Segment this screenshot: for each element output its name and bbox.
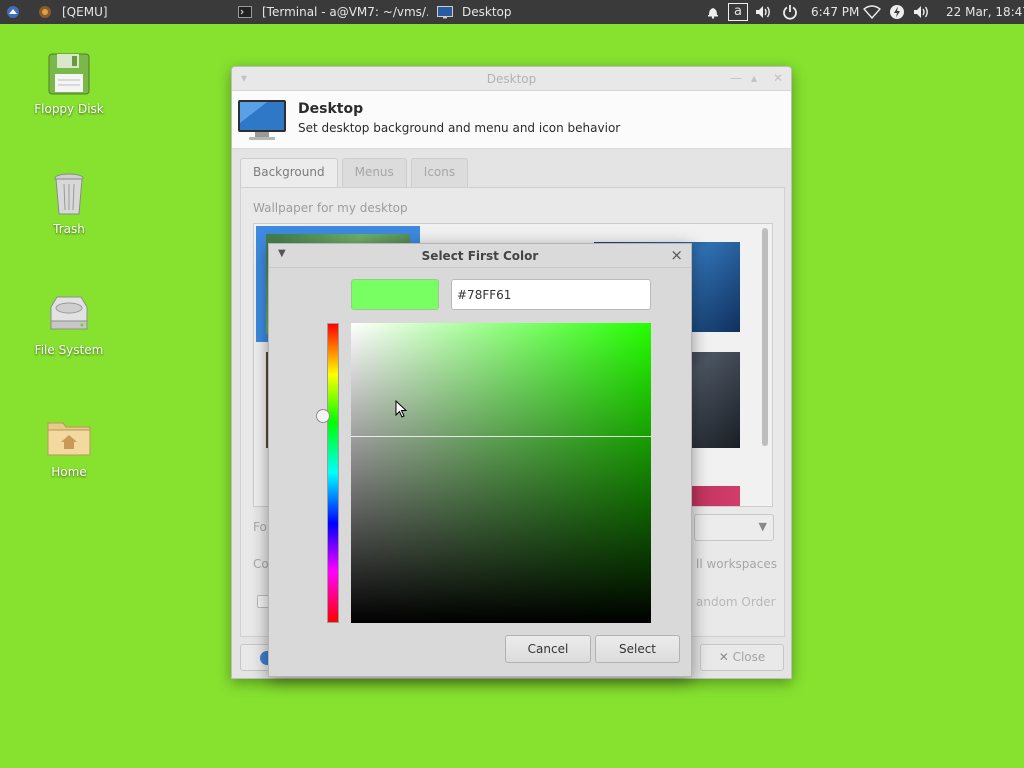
close-window-icon[interactable]: ✕ [773, 71, 783, 85]
color-label: Co [253, 557, 269, 571]
folder-label: Fo [253, 520, 267, 534]
keyboard-layout-label: a [728, 3, 748, 21]
tab-icons[interactable]: Icons [410, 158, 469, 187]
power-icon[interactable] [782, 0, 798, 24]
chevron-down-icon: ▼ [758, 520, 767, 533]
hue-slider[interactable] [327, 323, 339, 623]
taskbar-desktop-label: Desktop [462, 5, 512, 19]
desktop-icon-label: Trash [53, 222, 85, 236]
desktop-icon-floppy-disk[interactable]: Floppy Disk [19, 50, 119, 116]
taskbar-desktop[interactable]: Desktop [437, 0, 512, 24]
desktop-icon-label: Floppy Disk [34, 102, 104, 116]
tab-bar: Background Menus Icons [240, 158, 472, 187]
dialog-titlebar[interactable]: ▼ Select First Color × [269, 244, 691, 268]
taskbar-terminal-label: [Terminal - a@VM7: ~/vms/... [262, 5, 428, 19]
dialog-title: Select First Color [421, 249, 539, 263]
hue-slider-handle[interactable] [316, 409, 330, 423]
trash-icon [45, 170, 93, 218]
floppy-disk-icon [45, 50, 93, 98]
top-panel: [QEMU] [Terminal - a@VM7: ~/vms/... Desk… [0, 0, 1024, 24]
wallpaper-scrollbar[interactable] [762, 228, 768, 446]
desktop-icon-label: Home [51, 465, 87, 479]
volume-secondary-icon[interactable] [913, 0, 931, 24]
taskbar-qemu[interactable]: [QEMU] [38, 0, 108, 24]
close-button[interactable]: ✕ Close [700, 644, 784, 671]
clock-time[interactable]: 6:47 PM [811, 0, 859, 24]
select-button[interactable]: Select [595, 635, 680, 663]
random-order-label: andom Order [696, 595, 776, 609]
clock-date[interactable]: 22 Mar, 18:47 [946, 0, 1024, 24]
minimize-icon[interactable]: — [730, 71, 742, 85]
clock-time-label: 6:47 PM [811, 5, 860, 19]
tab-menus[interactable]: Menus [341, 158, 407, 187]
desktop-icon-home[interactable]: Home [19, 413, 119, 479]
saturation-value-plane[interactable] [351, 323, 651, 623]
sv-crosshair-line [351, 436, 651, 437]
qemu-icon [39, 6, 51, 18]
terminal-icon [238, 6, 252, 18]
taskbar-qemu-label: [QEMU] [62, 5, 108, 19]
desktop-icon-label: File System [34, 343, 104, 357]
dialog-close-icon[interactable]: × [670, 246, 683, 264]
window-titlebar[interactable]: ▾ Desktop — ▴ ✕ [232, 67, 791, 91]
header-subtitle: Set desktop background and menu and icon… [298, 121, 621, 135]
notification-bell-icon[interactable] [706, 0, 720, 24]
desktop-monitor-icon [237, 99, 287, 146]
battery-charge-icon[interactable] [889, 0, 905, 24]
folder-dropdown[interactable]: ▼ [694, 514, 774, 541]
window-header: Desktop Set desktop background and menu … [232, 91, 791, 149]
window-title: Desktop [486, 72, 537, 86]
select-color-dialog: ▼ Select First Color × Cancel Select [268, 243, 692, 677]
apply-all-workspaces-label: ll workspaces [696, 557, 777, 571]
desktop-icon-trash[interactable]: Trash [19, 170, 119, 236]
tab-background[interactable]: Background [240, 158, 338, 187]
keyboard-layout-indicator[interactable]: a [728, 0, 748, 24]
monitor-icon [437, 5, 453, 18]
home-folder-icon [45, 413, 93, 461]
wallpaper-label: Wallpaper for my desktop [253, 201, 408, 215]
hex-color-input[interactable] [451, 279, 651, 310]
volume-icon[interactable] [755, 0, 773, 24]
wifi-icon[interactable] [863, 0, 881, 24]
maximize-icon[interactable]: ▴ [751, 71, 757, 85]
taskbar-terminal[interactable]: [Terminal - a@VM7: ~/vms/... [238, 0, 428, 24]
close-button-label: Close [732, 650, 766, 664]
desktop-icon-file-system[interactable]: File System [19, 291, 119, 357]
clock-date-label: 22 Mar, 18:47 [946, 5, 1024, 19]
mouse-pointer-icon [395, 399, 408, 421]
current-color-swatch[interactable] [351, 279, 439, 310]
whisker-menu-icon[interactable] [6, 0, 20, 24]
cancel-button[interactable]: Cancel [505, 635, 591, 663]
header-title: Desktop [298, 101, 364, 117]
hard-drive-icon [45, 291, 93, 339]
close-x-icon: ✕ [718, 650, 729, 664]
